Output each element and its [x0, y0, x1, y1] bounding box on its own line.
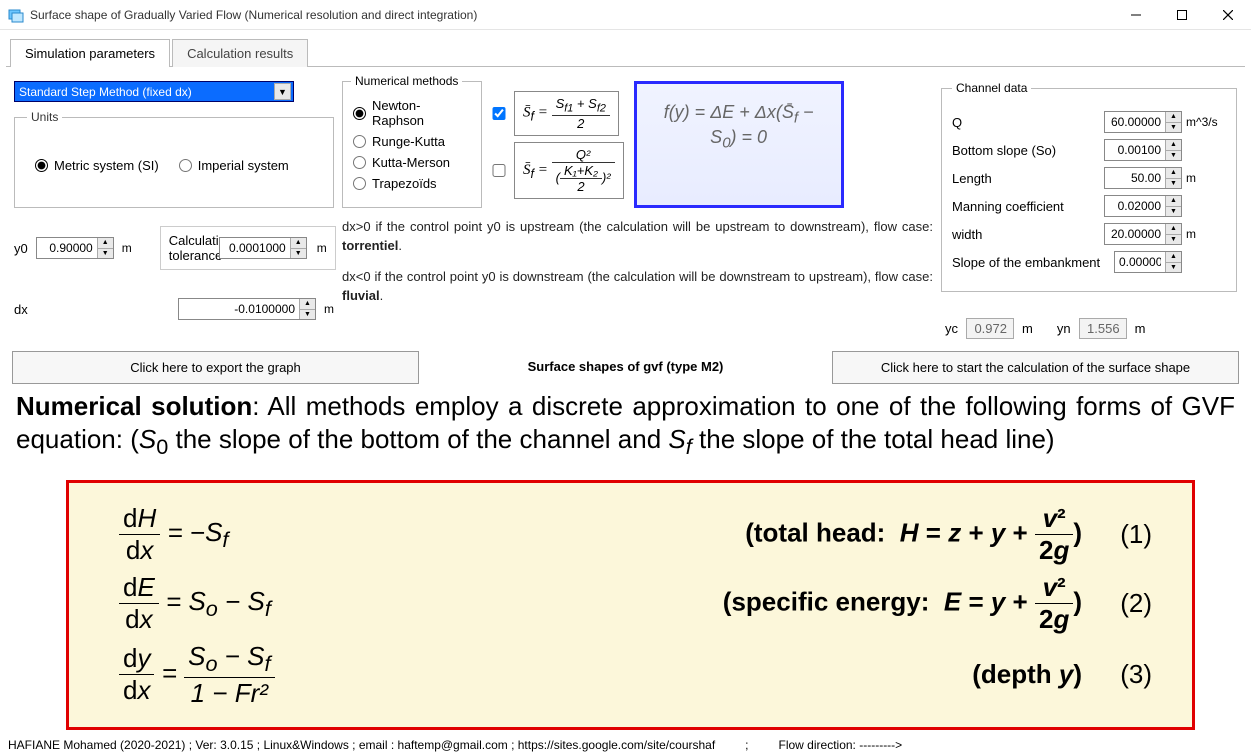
numerical-solution-text: Numerical solution: All methods employ a…: [16, 390, 1235, 730]
numerical-methods-group: Numerical methods Newton-Raphson Runge-K…: [342, 81, 482, 208]
calc-tolerance-input[interactable]: ▲▼: [219, 237, 307, 259]
status-left: HAFIANE Mohamed (2020-2021) ; Ver: 3.0.1…: [8, 738, 715, 752]
width-label: width: [952, 227, 982, 242]
calc-tolerance-label: Calculation tolerance: [169, 233, 209, 263]
method-select-value: Standard Step Method (fixed dx): [19, 85, 192, 99]
status-bar: HAFIANE Mohamed (2020-2021) ; Ver: 3.0.1…: [0, 734, 1251, 756]
tab-content: Standard Step Method (fixed dx) ▼ Units …: [6, 66, 1245, 730]
help-text-dx-negative: dx<0 if the control point y0 is downstre…: [342, 268, 933, 306]
channel-data-legend: Channel data: [952, 81, 1031, 95]
y0-input[interactable]: ▲▼: [36, 237, 114, 259]
equations-box: dHdx = −Sf (total head: H = z + y + v²2g…: [66, 480, 1195, 730]
status-sep: ;: [745, 738, 748, 752]
spinner-down-icon[interactable]: ▼: [291, 249, 306, 259]
eq1-checkbox[interactable]: [492, 107, 506, 120]
start-calculation-button[interactable]: Click here to start the calculation of t…: [832, 351, 1239, 384]
So-label: Bottom slope (So): [952, 143, 1056, 158]
embankment-label: Slope of the embankment: [952, 255, 1100, 270]
app-icon: [8, 7, 24, 23]
numerical-methods-legend: Numerical methods: [351, 74, 462, 88]
surface-shapes-label: Surface shapes of gvf (type M2): [423, 351, 828, 384]
export-graph-button[interactable]: Click here to export the graph: [12, 351, 419, 384]
titlebar: Surface shape of Gradually Varied Flow (…: [0, 0, 1251, 30]
radio-metric-input[interactable]: [35, 159, 48, 172]
method-select[interactable]: Standard Step Method (fixed dx) ▼: [14, 81, 294, 102]
radio-imperial-input[interactable]: [179, 159, 192, 172]
radio-imperial[interactable]: Imperial system: [179, 158, 289, 173]
Q-label: Q: [952, 115, 962, 130]
tab-calculation-results[interactable]: Calculation results: [172, 39, 308, 67]
units-group: Units Metric system (SI) Imperial system: [14, 110, 334, 208]
Q-input[interactable]: ▲▼: [1104, 111, 1182, 133]
minimize-button[interactable]: [1113, 0, 1159, 30]
maximize-button[interactable]: [1159, 0, 1205, 30]
Length-label: Length: [952, 171, 992, 186]
yc-label: yc: [945, 321, 958, 336]
close-button[interactable]: [1205, 0, 1251, 30]
eq2-checkbox[interactable]: [492, 164, 506, 177]
help-text-dx-positive: dx>0 if the control point y0 is upstream…: [342, 218, 933, 256]
Manning-input[interactable]: ▲▼: [1104, 195, 1182, 217]
calc-tolerance-value[interactable]: [220, 238, 290, 258]
yn-value: 1.556: [1079, 318, 1127, 339]
radio-trapezoids[interactable]: Trapezoïds: [353, 176, 467, 191]
radio-newton-raphson[interactable]: Newton-Raphson: [353, 98, 467, 128]
yn-label: yn: [1057, 321, 1071, 336]
y0-value[interactable]: [37, 238, 97, 258]
yc-unit: m: [1022, 321, 1033, 336]
dx-value[interactable]: [179, 299, 299, 319]
radio-metric-label: Metric system (SI): [54, 158, 159, 173]
dx-input[interactable]: ▲▼: [178, 298, 316, 320]
width-input[interactable]: ▲▼: [1104, 223, 1182, 245]
So-input[interactable]: ▲▼: [1104, 139, 1182, 161]
spinner-down-icon[interactable]: ▼: [300, 310, 315, 320]
spinner-up-icon[interactable]: ▲: [291, 238, 306, 249]
radio-kutta-merson[interactable]: Kutta-Merson: [353, 155, 467, 170]
tab-strip: Simulation parameters Calculation result…: [0, 36, 1251, 66]
units-group-legend: Units: [27, 110, 62, 124]
status-flow-direction: Flow direction: --------->: [779, 738, 903, 752]
dx-label: dx: [14, 302, 53, 317]
fy-equation-text: f(y) = ΔE + Δx(S̄f − S0) = 0: [664, 102, 814, 147]
chevron-down-icon: ▼: [274, 83, 291, 100]
Manning-label: Manning coefficient: [952, 199, 1064, 214]
spinner-up-icon[interactable]: ▲: [98, 238, 113, 249]
yc-value: 0.972: [966, 318, 1014, 339]
y0-unit: m: [122, 241, 132, 255]
tab-simulation-parameters[interactable]: Simulation parameters: [10, 39, 170, 67]
fy-equation-box: f(y) = ΔE + Δx(S̄f − S0) = 0: [634, 81, 844, 208]
Length-input[interactable]: ▲▼: [1104, 167, 1182, 189]
radio-runge-kutta[interactable]: Runge-Kutta: [353, 134, 467, 149]
window-title: Surface shape of Gradually Varied Flow (…: [30, 8, 1113, 22]
yn-unit: m: [1135, 321, 1146, 336]
radio-imperial-label: Imperial system: [198, 158, 289, 173]
calc-tolerance-unit: m: [317, 241, 327, 255]
dx-unit: m: [324, 302, 334, 316]
spinner-up-icon[interactable]: ▲: [300, 299, 315, 310]
y0-label: y0: [14, 241, 28, 256]
channel-data-group: Channel data Q ▲▼m^3/s Bottom slope (So)…: [941, 81, 1237, 292]
equation-sf-avg: S̄f = Sf1 + Sf22: [514, 91, 619, 136]
embankment-input[interactable]: ▲▼: [1114, 251, 1182, 273]
radio-metric[interactable]: Metric system (SI): [35, 158, 159, 173]
equation-sf-q: S̄f = Q²(K₁+K₂2)²: [514, 142, 624, 199]
spinner-down-icon[interactable]: ▼: [98, 249, 113, 259]
